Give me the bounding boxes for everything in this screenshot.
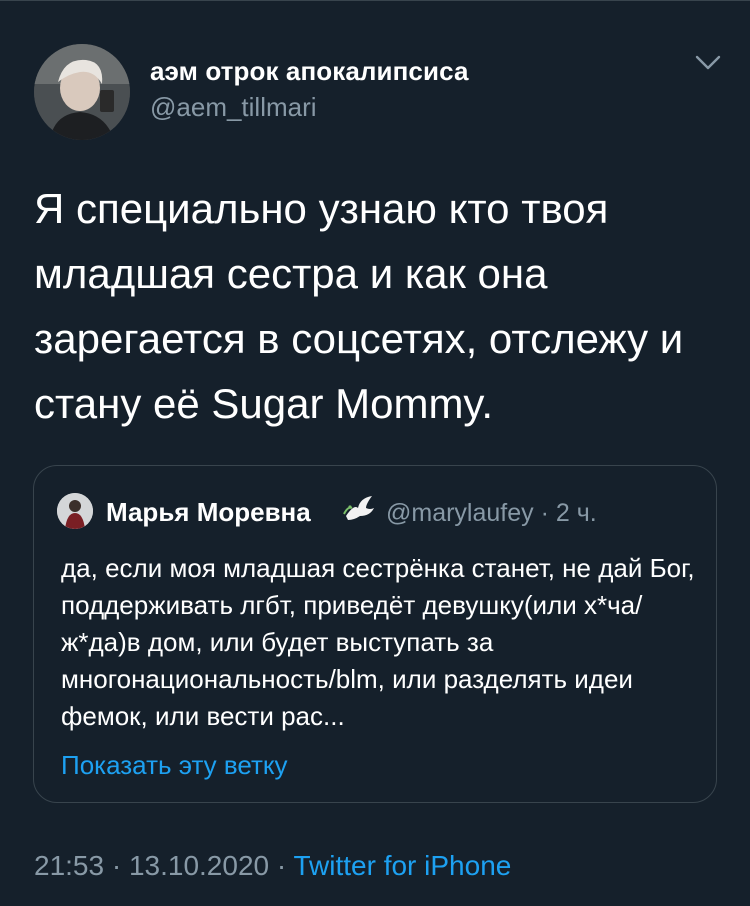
quoted-author-display-name[interactable]: Марья Моревна [106, 497, 311, 528]
tweet-source-link[interactable]: Twitter for iPhone [293, 850, 511, 881]
quoted-tweet-text: да, если моя младшая сестрёнка станет, н… [61, 553, 695, 731]
quoted-handle-and-time[interactable]: @marylaufey · 2 ч. [386, 499, 597, 528]
tweet-datetime[interactable]: 21:53 · 13.10.2020 · [34, 850, 293, 881]
author-display-name[interactable]: аэм отрок апокалипсиса [150, 56, 469, 87]
dove-icon [343, 496, 374, 520]
quoted-author-avatar[interactable] [57, 493, 93, 529]
author-avatar[interactable] [34, 44, 130, 140]
top-divider [0, 0, 750, 1]
tweet-footer: 21:53 · 13.10.2020 · Twitter for iPhone [34, 850, 511, 882]
quoted-tweet-card[interactable]: Марья Моревна @marylaufey · 2 ч. да, есл… [33, 465, 717, 803]
chevron-down-icon[interactable] [694, 54, 722, 72]
author-handle[interactable]: @aem_tillmari [150, 92, 317, 123]
show-thread-link[interactable]: Показать эту ветку [61, 750, 288, 781]
tweet-text: Я специально узнаю кто твоя младшая сест… [34, 185, 684, 427]
